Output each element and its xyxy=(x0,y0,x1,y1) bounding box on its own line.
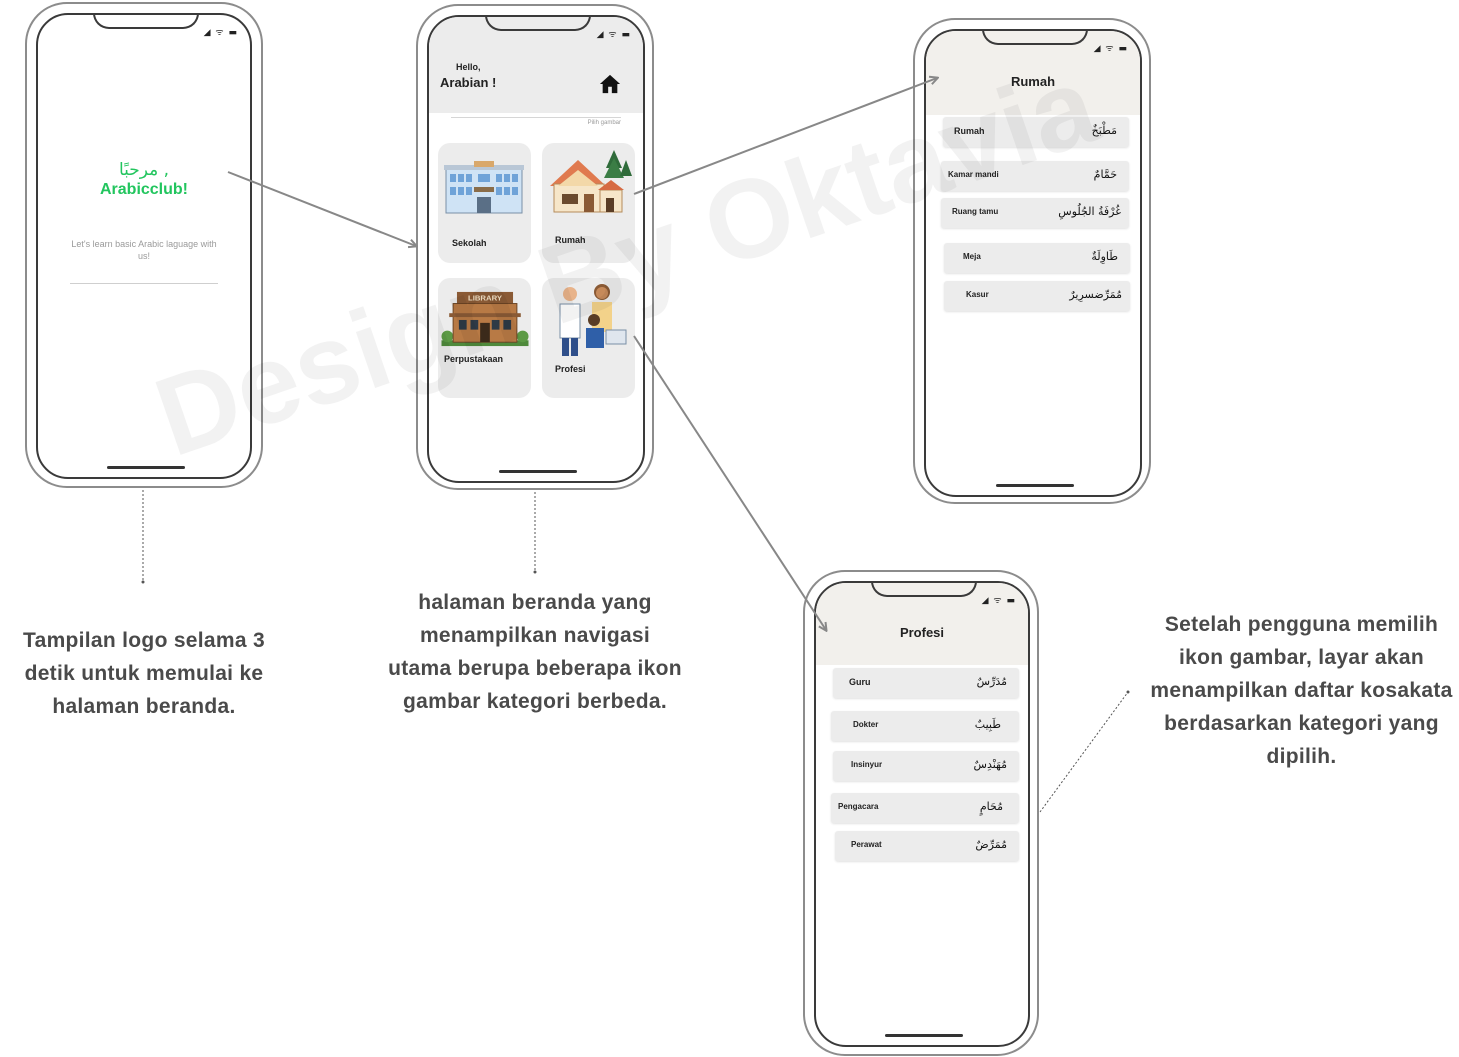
category-label: Perpustakaan xyxy=(444,354,504,364)
vocab-indonesian: Kamar mandi xyxy=(948,170,999,179)
school-building-icon xyxy=(444,161,524,214)
caption-list: Setelah pengguna memilih ikon gambar, la… xyxy=(1150,613,1453,768)
vocab-row[interactable]: Meja طَاوِلَةٌ xyxy=(944,243,1130,273)
greeting-text: Hello, xyxy=(456,62,481,72)
category-card-sekolah[interactable]: Sekolah xyxy=(438,143,531,263)
dotted-connector-list xyxy=(1039,690,1130,813)
vocab-indonesian: Perawat xyxy=(851,840,882,849)
home-indicator[interactable] xyxy=(996,484,1074,487)
category-card-perpustakaan[interactable]: LIBRARY Perpustakaan xyxy=(438,278,531,398)
profesi-screen: ◢ ᯤ ▬ Profesi Guru مُدَرِّسٌ Dokter طَبِ… xyxy=(814,581,1030,1047)
vocab-row[interactable]: Kamar mandi حَمَّامٌ xyxy=(941,161,1129,191)
phone-splash: ◢ ᯤ ▬ مرحبًا , Arabicclub! Let's learn b… xyxy=(25,2,263,488)
splash-brand-name: Arabicclub! xyxy=(99,181,188,198)
category-card-rumah[interactable]: Rumah xyxy=(542,143,635,263)
status-bar-icons: ◢ ᯤ ▬ xyxy=(981,596,1016,606)
splash-arabic-greeting: مرحبًا , xyxy=(118,160,170,180)
phone-profesi: ◢ ᯤ ▬ Profesi Guru مُدَرِّسٌ Dokter طَبِ… xyxy=(803,570,1039,1056)
library-building-icon: LIBRARY xyxy=(441,291,529,347)
category-card-profesi[interactable]: Profesi xyxy=(542,278,635,398)
category-label: Sekolah xyxy=(452,238,487,248)
vocab-row[interactable]: Dokter طَبِيبٌ xyxy=(831,711,1019,741)
phone-notch xyxy=(93,15,199,29)
house-icon xyxy=(550,150,632,213)
home-indicator[interactable] xyxy=(107,466,185,469)
vocab-arabic: مَطْبَخٌ xyxy=(1091,124,1117,137)
vocab-indonesian: Insinyur xyxy=(851,760,883,769)
vocab-row[interactable]: Ruang tamu غُرْفَةُ الجُلُوسِ xyxy=(941,198,1129,228)
caption-home: halaman beranda yang menampilkan navigas… xyxy=(388,591,682,713)
vocab-row[interactable]: Insinyur مُهَنْدِسٌ xyxy=(833,751,1019,781)
vocab-arabic: مُهَنْدِسٌ xyxy=(973,758,1007,771)
phone-notch xyxy=(871,583,977,597)
vocab-row[interactable]: Guru مُدَرِّسٌ xyxy=(833,668,1019,698)
splash-tagline: Let's learn basic Arabic laguage with us… xyxy=(71,239,217,261)
vocab-indonesian: Meja xyxy=(963,252,981,261)
vocab-arabic: طَاوِلَةٌ xyxy=(1091,250,1118,263)
professionals-icon xyxy=(559,284,627,356)
status-bar-icons: ◢ ᯤ ▬ xyxy=(1093,44,1128,54)
home-icon[interactable] xyxy=(599,73,621,95)
vocab-arabic: طَبِيبٌ xyxy=(974,718,1001,731)
caption-splash: Tampilan logo selama 3 detik untuk memul… xyxy=(23,629,265,718)
phone-home: Hello, Arabian ! ◢ ᯤ ▬ Pilih gambar Seko… xyxy=(416,4,654,490)
category-label: Profesi xyxy=(555,364,586,374)
username-text: Arabian ! xyxy=(440,75,497,90)
vocab-indonesian: Dokter xyxy=(853,720,879,729)
page-title: Rumah xyxy=(1010,74,1056,89)
pick-hint-text: Pilih gambar xyxy=(587,120,621,126)
vocab-indonesian: Kasur xyxy=(966,290,989,299)
arrow-home-to-rumah xyxy=(633,78,937,195)
splash-screen: ◢ ᯤ ▬ مرحبًا , Arabicclub! Let's learn b… xyxy=(36,13,252,479)
vocab-arabic: مُمَرِّضسرِيرٌ xyxy=(1069,288,1122,301)
home-screen: Hello, Arabian ! ◢ ᯤ ▬ Pilih gambar Seko… xyxy=(427,15,645,483)
vocab-indonesian: Rumah xyxy=(954,126,985,136)
vocab-row[interactable]: Kasur مُمَرِّضسرِيرٌ xyxy=(944,281,1130,311)
vocab-row[interactable]: Pengacara مُحَامٍ xyxy=(831,793,1019,823)
phone-notch xyxy=(485,17,591,31)
page-title: Profesi xyxy=(899,625,945,640)
vocab-arabic: حَمَّامٌ xyxy=(1093,168,1117,181)
vocab-row[interactable]: Perawat مُمَرِّضٌ xyxy=(835,831,1019,861)
splash-divider xyxy=(70,283,218,284)
status-bar-icons: ◢ ᯤ ▬ xyxy=(596,30,631,40)
phone-notch xyxy=(982,31,1088,45)
svg-text:LIBRARY: LIBRARY xyxy=(468,294,503,303)
vocab-indonesian: Guru xyxy=(849,677,871,687)
vocab-arabic: غُرْفَةُ الجُلُوسِ xyxy=(1058,205,1121,218)
home-indicator[interactable] xyxy=(885,1034,963,1037)
vocab-indonesian: Ruang tamu xyxy=(952,207,999,216)
category-label: Rumah xyxy=(555,235,586,245)
home-divider xyxy=(451,117,621,118)
vocab-arabic: مُمَرِّضٌ xyxy=(975,838,1007,851)
vocab-row[interactable]: Rumah مَطْبَخٌ xyxy=(943,117,1129,147)
vocab-arabic: مُحَامٍ xyxy=(979,800,1003,813)
vocab-arabic: مُدَرِّسٌ xyxy=(976,675,1007,688)
phone-rumah: ◢ ᯤ ▬ Rumah Rumah مَطْبَخٌ Kamar mandi ح… xyxy=(913,18,1151,504)
home-indicator[interactable] xyxy=(499,470,577,473)
rumah-screen: ◢ ᯤ ▬ Rumah Rumah مَطْبَخٌ Kamar mandi ح… xyxy=(924,29,1142,497)
status-bar-icons: ◢ ᯤ ▬ xyxy=(203,28,238,38)
vocab-indonesian: Pengacara xyxy=(838,802,879,811)
